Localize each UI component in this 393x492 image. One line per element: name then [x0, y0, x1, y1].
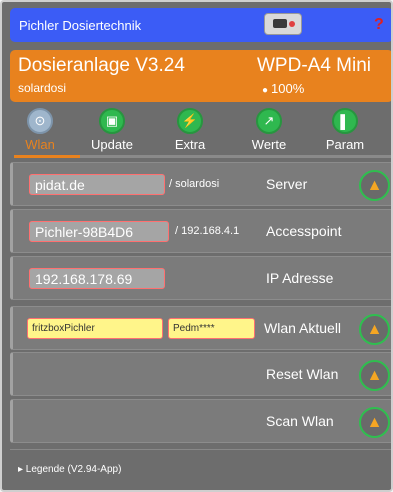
legend-bar[interactable]: ▸ Legende (V2.94-App) — [10, 449, 391, 489]
reset-label: Reset Wlan — [266, 366, 339, 382]
thumbs-up-icon: ▲ — [366, 413, 383, 431]
tab-underline — [14, 155, 391, 158]
tab-werte-label: Werte — [251, 137, 287, 152]
tab-param[interactable]: ▌ Param — [315, 106, 375, 156]
save-icon: ▣ — [99, 108, 125, 134]
thumbs-up-icon: ▲ — [366, 320, 383, 338]
scan-row: Scan Wlan ▲ — [10, 399, 391, 443]
fill-level-value: 100% — [271, 81, 305, 96]
wlan-row: fritzboxPichler Pedm**** Wlan Aktuell ▲ — [10, 306, 391, 350]
scan-wlan-button[interactable]: ▲ — [359, 407, 390, 438]
tab-update-label: Update — [91, 137, 133, 152]
device-model: WPD-A4 Mini — [257, 55, 372, 76]
tab-extra[interactable]: ⚡ Extra — [160, 106, 220, 156]
accesspoint-row: Pichler-98B4D6 / 192.168.4.1 Accesspoint — [10, 209, 391, 253]
device-icon[interactable] — [264, 13, 302, 35]
ssid-field[interactable]: fritzboxPichler — [27, 318, 163, 339]
droplet-icon: ● — [262, 85, 269, 96]
bars-icon: ▌ — [332, 108, 358, 134]
help-icon[interactable]: ? — [374, 16, 384, 34]
tab-extra-label: Extra — [174, 137, 206, 152]
nav-bar: ⊙ Wlan ▣ Update ⚡ Extra ↗ Werte ▌ Param — [10, 106, 391, 158]
tab-werte[interactable]: ↗ Werte — [239, 106, 299, 156]
accesspoint-label: Accesspoint — [266, 223, 342, 239]
scan-label: Scan Wlan — [266, 413, 334, 429]
password-field[interactable]: Pedm**** — [168, 318, 255, 339]
legend-toggle[interactable]: ▸ Legende (V2.94-App) — [18, 464, 121, 475]
chart-icon: ↗ — [256, 108, 282, 134]
reset-wlan-button[interactable]: ▲ — [359, 360, 390, 391]
ip-label: IP Adresse — [266, 270, 334, 286]
app-window: Pichler Dosiertechnik ? Dosieranlage V3.… — [0, 0, 393, 492]
accesspoint-field[interactable]: Pichler-98B4D6 — [29, 221, 169, 242]
thumbs-up-icon: ▲ — [366, 366, 383, 384]
device-header: Dosieranlage V3.24 solardosi WPD-A4 Mini… — [10, 50, 391, 102]
device-subtitle: solardosi — [18, 81, 67, 95]
device-name: Dosieranlage V3.24 — [18, 55, 185, 76]
server-label: Server — [266, 176, 308, 192]
fill-level: ● 100% — [262, 81, 304, 96]
wifi-icon: ⊙ — [27, 108, 53, 134]
device-screen — [273, 19, 287, 28]
accesspoint-suffix: / 192.168.4.1 — [175, 225, 240, 237]
ip-row: 192.168.178.69 IP Adresse — [10, 256, 391, 300]
tab-update[interactable]: ▣ Update — [82, 106, 142, 156]
inactive-tab-underline — [80, 155, 391, 158]
thumbs-up-icon: ▲ — [366, 176, 383, 194]
wlan-confirm-button[interactable]: ▲ — [359, 314, 390, 345]
active-tab-underline — [14, 155, 80, 158]
reset-row: Reset Wlan ▲ — [10, 352, 391, 396]
app-title: Pichler Dosiertechnik — [19, 18, 142, 33]
lightning-icon: ⚡ — [177, 108, 203, 134]
device-led — [289, 21, 295, 27]
wlan-label: Wlan Aktuell — [264, 320, 342, 336]
tab-wlan-label: Wlan — [25, 137, 55, 152]
ip-field[interactable]: 192.168.178.69 — [29, 268, 165, 289]
server-confirm-button[interactable]: ▲ — [359, 170, 390, 201]
title-bar: Pichler Dosiertechnik ? — [10, 8, 391, 42]
server-row: pidat.de / solardosi Server ▲ — [10, 162, 391, 206]
server-suffix: / solardosi — [169, 178, 220, 190]
tab-wlan[interactable]: ⊙ Wlan — [10, 106, 70, 156]
server-field[interactable]: pidat.de — [29, 174, 165, 195]
tab-param-label: Param — [325, 137, 365, 152]
